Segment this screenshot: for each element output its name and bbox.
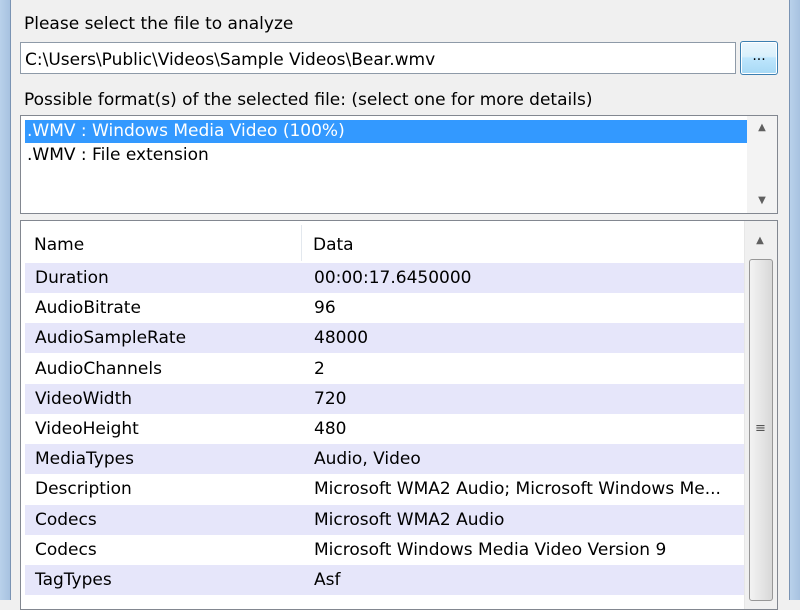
table-row[interactable]: Codecs Microsoft Windows Media Video Vers… [25, 535, 745, 565]
browse-button[interactable]: ... [740, 41, 778, 75]
table-row[interactable]: MediaTypes Audio, Video [25, 444, 745, 475]
cell-data: Microsoft Windows Media Video Version 9 [314, 539, 667, 560]
file-prompt-label: Please select the file to analyze [24, 14, 294, 34]
cell-data: Microsoft WMA2 Audio; Microsoft Windows … [314, 479, 721, 500]
grid-scroll-thumb[interactable]: ≡ [749, 259, 773, 601]
grid-scrollbar[interactable]: ▲ ≡ [744, 221, 777, 609]
table-row[interactable]: AudioBitrate 96 [25, 293, 745, 323]
window-frame-left [0, 0, 11, 600]
cell-data: 48000 [314, 328, 369, 349]
cell-name: AudioSampleRate [35, 328, 187, 349]
table-row[interactable]: Duration 00:00:17.6450000 [25, 263, 745, 293]
details-grid[interactable]: Name Data Duration 00:00:17.6450000 AudioB… [20, 220, 778, 610]
column-divider[interactable] [301, 225, 302, 261]
format-item-windows-media-video[interactable]: .WMV : Windows Media Video (100%) [25, 120, 747, 143]
cell-name: AudioChannels [35, 358, 162, 379]
cell-data: Audio, Video [314, 449, 421, 470]
table-row[interactable]: TagTypes Asf [25, 565, 745, 595]
table-row[interactable]: VideoWidth 720 [25, 383, 745, 414]
cell-name: Duration [35, 268, 109, 288]
cell-data: 96 [314, 298, 336, 319]
cell-data: 480 [314, 419, 347, 439]
cell-name: VideoHeight [35, 419, 139, 439]
window-frame-right [789, 0, 800, 600]
formats-prompt-label: Possible format(s) of the selected file:… [24, 90, 593, 110]
cell-data: 00:00:17.6450000 [314, 268, 472, 288]
cell-data: 2 [314, 358, 325, 379]
column-header-data[interactable]: Data [313, 221, 354, 263]
cell-name: AudioBitrate [35, 298, 141, 319]
cell-data: 720 [314, 388, 347, 409]
cell-data: Asf [314, 570, 341, 590]
grip-icon: ≡ [755, 421, 766, 436]
table-row[interactable]: Description Microsoft WMA2 Audio; Microso… [25, 474, 745, 504]
cell-name: TagTypes [35, 570, 112, 590]
table-row[interactable]: AudioChannels 2 [25, 354, 745, 384]
table-row[interactable]: AudioSampleRate 48000 [25, 323, 745, 354]
cell-name: Codecs [35, 539, 97, 560]
grid-scroll-up-arrow-icon[interactable]: ▲ [745, 231, 775, 251]
cell-name: Codecs [35, 509, 97, 530]
scroll-up-arrow-icon[interactable]: ▲ [747, 118, 777, 138]
format-item-file-extension[interactable]: .WMV : File extension [25, 144, 747, 167]
table-row[interactable]: Codecs Microsoft WMA2 Audio [25, 504, 745, 535]
cell-data: Microsoft WMA2 Audio [314, 509, 505, 530]
grid-header: Name Data [21, 221, 747, 263]
cell-name: MediaTypes [35, 449, 134, 470]
cell-name: VideoWidth [35, 388, 133, 409]
scroll-down-arrow-icon[interactable]: ▼ [747, 191, 777, 211]
column-header-name[interactable]: Name [34, 221, 84, 263]
file-path-input[interactable] [20, 42, 736, 74]
formats-scrollbar[interactable]: ▲ ▼ [747, 116, 777, 213]
table-row[interactable]: VideoHeight 480 [25, 414, 745, 444]
formats-listbox[interactable]: .WMV : Windows Media Video (100%) .WMV :… [20, 115, 778, 214]
cell-name: Description [35, 479, 132, 500]
